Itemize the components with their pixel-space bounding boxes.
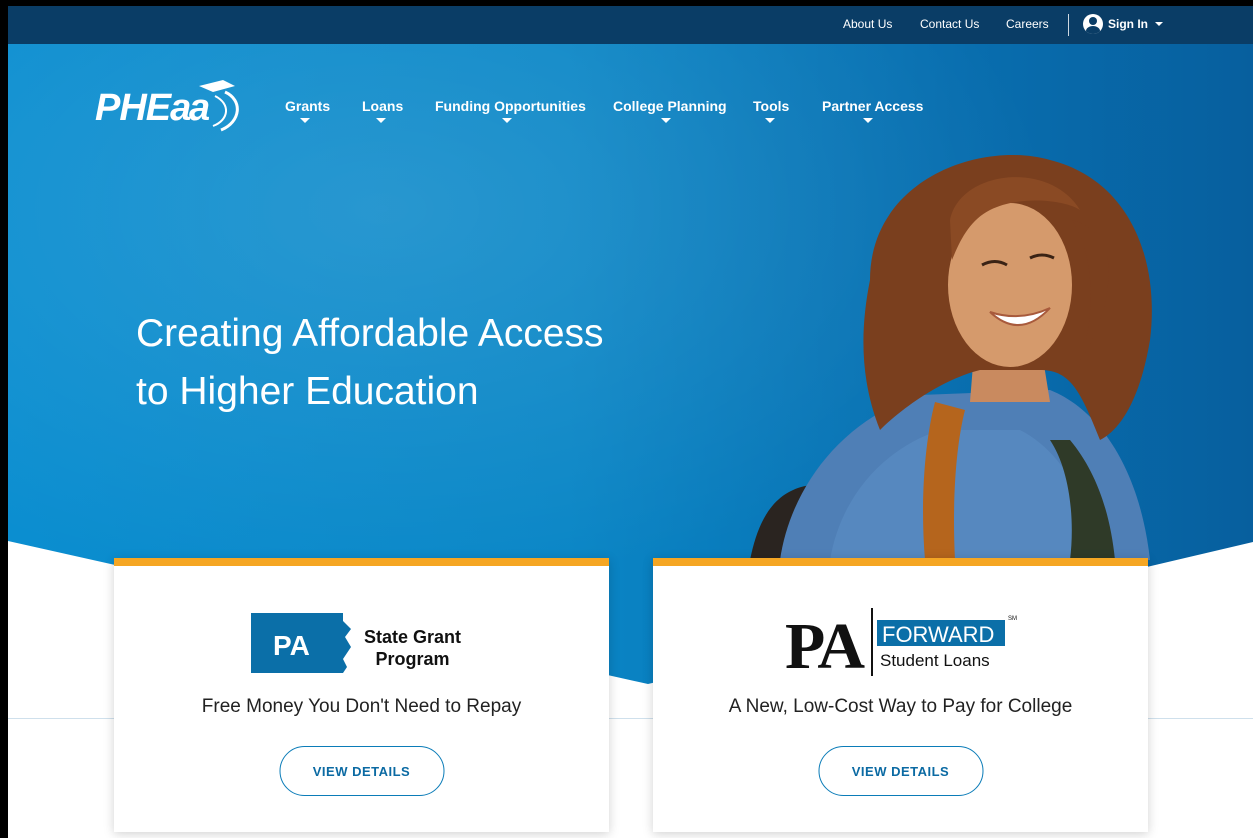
card-accent-bar xyxy=(653,558,1148,566)
caret-down-icon xyxy=(661,118,671,123)
svg-text:SM: SM xyxy=(1008,616,1017,622)
svg-text:Student Loans: Student Loans xyxy=(880,651,990,670)
pennsylvania-map-icon: PA xyxy=(251,613,351,673)
user-circle-icon xyxy=(1083,14,1103,34)
card-accent-bar xyxy=(114,558,609,566)
nav-partner-access[interactable]: Partner Access xyxy=(822,98,923,114)
sign-in-label: Sign In xyxy=(1108,17,1148,31)
svg-text:FORWARD: FORWARD xyxy=(882,622,994,647)
nav-grants[interactable]: Grants xyxy=(285,98,330,114)
svg-text:PA: PA xyxy=(273,630,310,661)
hero-headline-line2: to Higher Education xyxy=(136,370,479,413)
about-us-link[interactable]: About Us xyxy=(843,17,892,31)
nav-funding-opportunities[interactable]: Funding Opportunities xyxy=(435,98,586,114)
state-grant-view-details-button[interactable]: VIEW DETAILS xyxy=(279,746,444,796)
caret-down-icon xyxy=(502,118,512,123)
nav-college-planning[interactable]: College Planning xyxy=(613,98,727,114)
nav-tools[interactable]: Tools xyxy=(753,98,789,114)
careers-link[interactable]: Careers xyxy=(1006,17,1049,31)
pa-forward-tagline: A New, Low-Cost Way to Pay for College xyxy=(728,696,1073,717)
pa-forward-logo: PA FORWARD SM Student Loans xyxy=(785,608,1017,678)
page: About Us Contact Us Careers Sign In PHEa… xyxy=(0,0,1253,838)
state-grant-title: State Grant Program xyxy=(364,626,461,670)
state-grant-title-line2: Program xyxy=(375,649,450,669)
hero-headline-line1: Creating Affordable Access xyxy=(136,312,604,355)
caret-down-icon xyxy=(863,118,873,123)
window-edge-top xyxy=(0,0,1253,6)
state-grant-title-line1: State Grant xyxy=(364,627,462,647)
pa-forward-view-details-button[interactable]: VIEW DETAILS xyxy=(818,746,983,796)
hero-headline: Creating Affordable Access to Higher Edu… xyxy=(136,305,604,421)
sign-in-button[interactable]: Sign In xyxy=(1083,14,1163,34)
nav-loans[interactable]: Loans xyxy=(362,98,403,114)
svg-text:PHEa: PHEa xyxy=(95,87,191,129)
caret-down-icon xyxy=(765,118,775,123)
pheaa-logo[interactable]: PHEa a xyxy=(95,78,245,139)
caret-down-icon xyxy=(1155,22,1163,26)
state-grant-tagline: Free Money You Don't Need to Repay xyxy=(201,696,522,717)
utility-divider xyxy=(1068,14,1069,36)
window-edge-left xyxy=(0,0,8,838)
caret-down-icon xyxy=(376,118,386,123)
state-grant-card: PA State Grant Program Free Money You Do… xyxy=(114,558,609,832)
contact-us-link[interactable]: Contact Us xyxy=(920,17,979,31)
utility-bar: About Us Contact Us Careers Sign In xyxy=(8,6,1253,44)
student-photo xyxy=(750,155,1152,560)
svg-text:a: a xyxy=(189,87,210,129)
caret-down-icon xyxy=(300,118,310,123)
pa-forward-card: PA FORWARD SM Student Loans A New, Low-C… xyxy=(653,558,1148,832)
svg-text:PA: PA xyxy=(785,610,865,678)
